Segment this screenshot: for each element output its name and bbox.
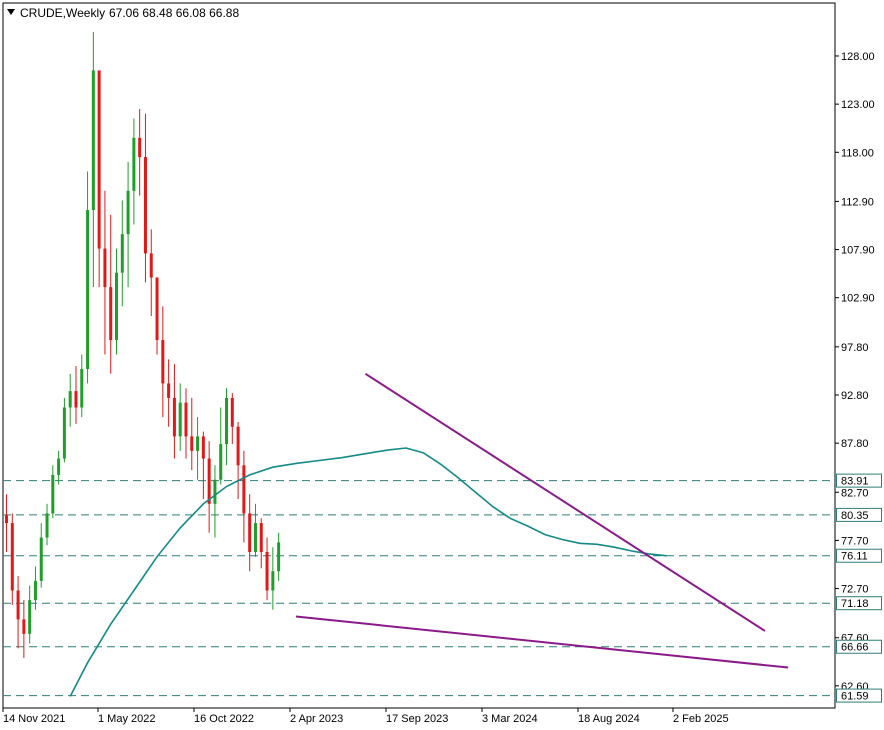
candle-body (5, 515, 8, 524)
y-tick-label: 128.00 (841, 51, 875, 63)
candle-body (172, 397, 176, 437)
candle-body (39, 537, 43, 581)
candle-body (97, 70, 101, 249)
y-tick-label: 112.90 (841, 196, 874, 208)
price-chart: 128.00 123.00 118.00 112.90 107.90 102.90 97.8… (2, 2, 882, 725)
candle-body (213, 479, 217, 504)
candle-body (143, 157, 147, 254)
candle-body (57, 458, 61, 475)
candle-body (62, 407, 66, 459)
candle-body (74, 391, 78, 408)
candle-body (68, 391, 72, 408)
y-tick-label: 97.80 (841, 342, 869, 354)
candle-body (207, 458, 211, 504)
level-price-label: 80.35 (841, 510, 869, 522)
x-tick-label: 18 Aug 2024 (578, 713, 640, 725)
level-price-label: 83.91 (841, 476, 869, 488)
level-price-label: 61.59 (841, 691, 869, 703)
candle-body (115, 272, 119, 341)
x-tick-label: 2 Feb 2025 (673, 713, 729, 725)
y-tick-label: 72.70 (841, 584, 869, 596)
candle-body (259, 523, 263, 552)
candle-body (178, 402, 182, 437)
candle-body (10, 523, 14, 591)
x-tick-label: 17 Sep 2023 (386, 713, 448, 725)
chart-header: CRUDE,Weekly 67.06 68.48 66.08 66.88 (7, 6, 239, 20)
candle-body (225, 397, 229, 445)
candle-body (120, 234, 124, 273)
candle-body (138, 137, 142, 158)
x-tick-label: 1 May 2022 (98, 713, 155, 725)
candle-body (155, 277, 159, 341)
candle-body (190, 436, 194, 451)
candle-body (33, 580, 37, 601)
y-tick-label: 118.00 (841, 147, 874, 159)
candle-body (80, 368, 84, 408)
candle-body (196, 436, 200, 451)
candle-body (28, 600, 32, 634)
candle-body (16, 590, 20, 620)
time-axis: 14 Nov 2021 1 May 2022 16 Oct 2022 2 Apr 20… (2, 708, 729, 725)
y-tick-label: 87.80 (841, 438, 869, 450)
y-tick-label: 102.90 (841, 293, 875, 305)
candle-body (126, 190, 130, 235)
price-axis: 128.00 123.00 118.00 112.90 107.90 102.90 97.8… (835, 51, 882, 703)
x-tick-label: 3 Mar 2024 (482, 713, 538, 725)
y-tick-label: 123.00 (841, 99, 875, 111)
candle-body (51, 474, 55, 514)
symbol-label: CRUDE,Weekly (20, 6, 105, 20)
candle-body (132, 137, 136, 191)
candle-body (149, 253, 153, 278)
y-tick-label: 82.70 (841, 487, 869, 499)
candle-body (230, 397, 234, 427)
y-tick-label: 77.70 (841, 535, 869, 547)
x-tick-label: 2 Apr 2023 (290, 713, 343, 725)
x-tick-label: 16 Oct 2022 (194, 713, 254, 725)
candle-body (201, 436, 205, 459)
candle-body (248, 513, 252, 552)
candle-body (271, 571, 275, 591)
candle-body (265, 551, 269, 591)
x-tick-label: 14 Nov 2021 (3, 713, 65, 725)
candle-body (167, 383, 171, 398)
candle-body (109, 287, 113, 341)
candle-body (253, 523, 257, 552)
candle-body (22, 619, 26, 634)
candle-body (242, 465, 246, 514)
candle-body (236, 426, 240, 466)
level-price-label: 76.11 (841, 551, 868, 563)
level-price-label: 66.66 (841, 642, 869, 654)
candle-body (277, 542, 281, 572)
candle-body (219, 444, 223, 480)
chart-window: 128.00 123.00 118.00 112.90 107.90 102.90 97.8… (0, 0, 884, 730)
level-price-label: 71.18 (841, 598, 869, 610)
plot-frame (2, 2, 836, 709)
candle-body (45, 513, 49, 538)
y-tick-label: 107.90 (841, 245, 875, 257)
candle-body (91, 70, 95, 211)
ohlc-readout: 67.06 68.48 66.08 66.88 (109, 6, 239, 20)
candle-body (184, 402, 188, 437)
y-tick-label: 92.80 (841, 390, 869, 402)
candle-body (103, 248, 107, 288)
candle-body (161, 340, 165, 384)
candle-body (86, 210, 90, 369)
